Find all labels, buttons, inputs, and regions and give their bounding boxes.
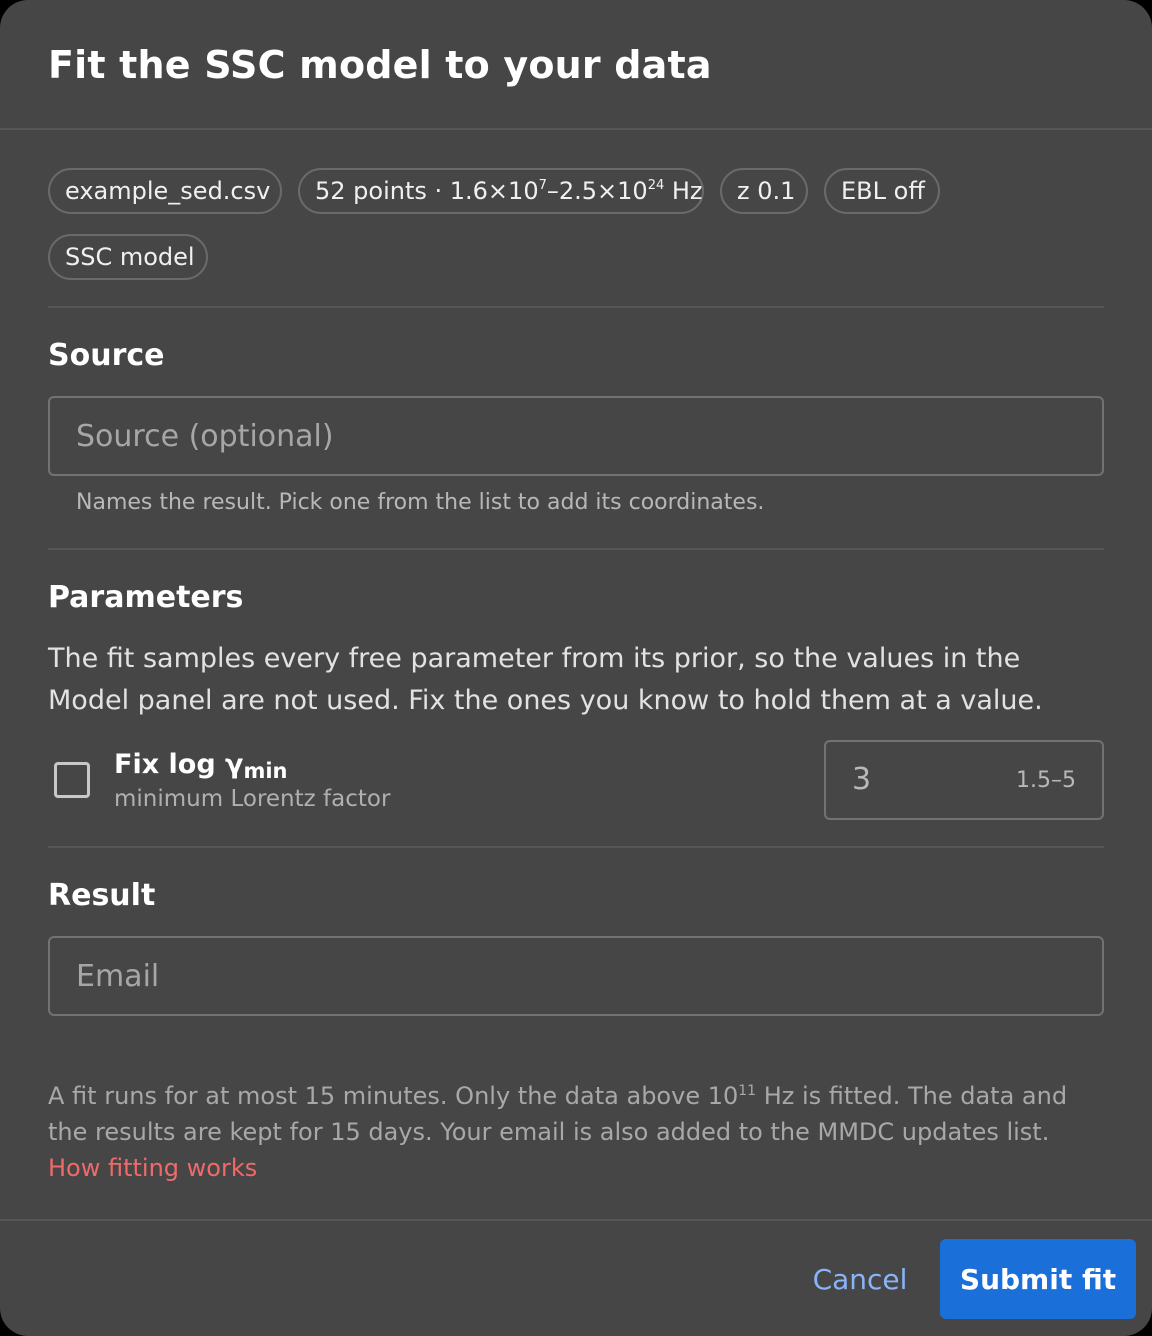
chip-points-suffix: Hz: [664, 177, 703, 205]
chip-points: 52 points · 1.6×107–2.5×1024 Hz: [298, 168, 704, 214]
divider-source: [48, 548, 1104, 550]
gamma-min-value: 3: [852, 762, 872, 797]
fix-gamma-min-label: Fix log γmin: [114, 748, 287, 782]
chip-points-exp-low: 7: [538, 178, 547, 193]
chip-redshift: z 0.1: [720, 168, 808, 214]
footnote-text-1: A fit runs for at most 15 minutes. Only …: [48, 1082, 739, 1110]
fix-gamma-min-checkbox[interactable]: [54, 762, 90, 798]
dialog-footer: Cancel Submit fit: [0, 1219, 1152, 1336]
chip-model: SSC model: [48, 234, 208, 280]
cancel-button[interactable]: Cancel: [800, 1239, 920, 1319]
fit-footnote: A fit runs for at most 15 minutes. Only …: [48, 1078, 1108, 1186]
chip-points-exp-high: 24: [647, 178, 665, 193]
chip-file: example_sed.csv: [48, 168, 282, 214]
fix-gamma-min-hint: minimum Lorentz factor: [114, 786, 391, 812]
chip-ebl: EBL off: [824, 168, 940, 214]
gamma-min-range: 1.5–5: [1016, 768, 1076, 793]
source-input[interactable]: [48, 396, 1104, 476]
result-heading: Result: [48, 878, 156, 913]
divider-chips: [48, 306, 1104, 308]
parameters-description: The fit samples every free parameter fro…: [48, 643, 1043, 716]
fit-dialog: Fit the SSC model to your data example_s…: [0, 0, 1152, 1336]
divider-parameters: [48, 846, 1104, 848]
gamma-min-value-input[interactable]: 3 1.5–5: [824, 740, 1104, 820]
how-fitting-works-link[interactable]: How fitting works: [48, 1154, 257, 1182]
chip-points-prefix: 52 points · 1.6×10: [315, 177, 539, 205]
email-input[interactable]: [48, 936, 1104, 1016]
chip-points-mid: –2.5×10: [546, 177, 648, 205]
parameters-heading: Parameters: [48, 580, 244, 615]
source-heading: Source: [48, 338, 165, 373]
submit-fit-button[interactable]: Submit fit: [940, 1239, 1136, 1319]
dialog-title: Fit the SSC model to your data: [48, 43, 712, 87]
dialog-header: Fit the SSC model to your data: [0, 0, 1152, 130]
footnote-exponent: 11: [738, 1083, 757, 1099]
source-helper: Names the result. Pick one from the list…: [76, 490, 765, 515]
param-label-subscript: min: [243, 759, 288, 783]
param-label-main: Fix log γ: [114, 749, 244, 780]
